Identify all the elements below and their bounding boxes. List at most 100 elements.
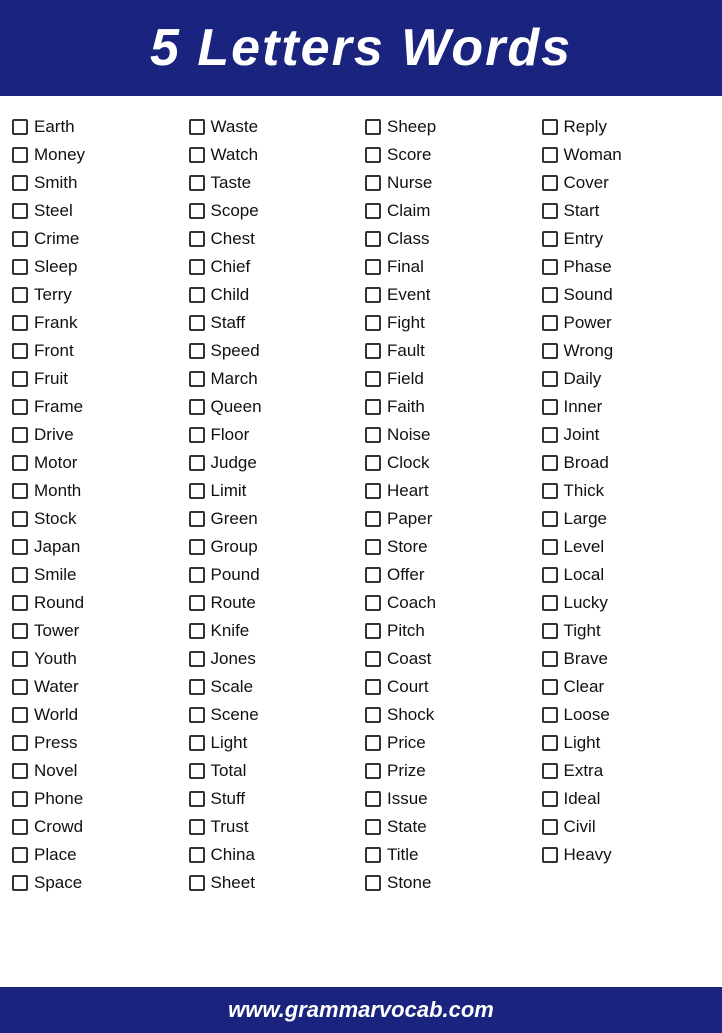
list-item: Large bbox=[538, 506, 715, 532]
list-item: Sheep bbox=[361, 114, 538, 140]
checkbox-icon bbox=[542, 763, 558, 779]
list-item: Paper bbox=[361, 506, 538, 532]
checkbox-icon bbox=[189, 707, 205, 723]
list-item: Knife bbox=[185, 618, 362, 644]
word-label: Crowd bbox=[34, 817, 83, 837]
checkbox-icon bbox=[12, 203, 28, 219]
list-item: March bbox=[185, 366, 362, 392]
word-label: Issue bbox=[387, 789, 428, 809]
list-item: Speed bbox=[185, 338, 362, 364]
checkbox-icon bbox=[189, 147, 205, 163]
word-label: Light bbox=[564, 733, 601, 753]
word-label: Score bbox=[387, 145, 431, 165]
word-label: Jones bbox=[211, 649, 256, 669]
word-label: Smith bbox=[34, 173, 77, 193]
word-label: Phone bbox=[34, 789, 83, 809]
list-item: Press bbox=[8, 730, 185, 756]
checkbox-icon bbox=[365, 567, 381, 583]
checkbox-icon bbox=[189, 455, 205, 471]
checkbox-icon bbox=[189, 203, 205, 219]
list-item: Fight bbox=[361, 310, 538, 336]
word-list-content: EarthWasteSheepReplyMoneyWatchScoreWoman… bbox=[0, 96, 722, 987]
list-item: Faith bbox=[361, 394, 538, 420]
checkbox-icon bbox=[189, 175, 205, 191]
checkbox-icon bbox=[12, 595, 28, 611]
word-label: Prize bbox=[387, 761, 426, 781]
list-item: Entry bbox=[538, 226, 715, 252]
checkbox-icon bbox=[12, 707, 28, 723]
word-label: Thick bbox=[564, 481, 605, 501]
word-label: Limit bbox=[211, 481, 247, 501]
word-label: Space bbox=[34, 873, 82, 893]
checkbox-icon bbox=[542, 679, 558, 695]
list-item: Heart bbox=[361, 478, 538, 504]
checkbox-icon bbox=[365, 315, 381, 331]
word-label: Frank bbox=[34, 313, 77, 333]
checkbox-icon bbox=[365, 455, 381, 471]
checkbox-icon bbox=[542, 595, 558, 611]
list-item: Reply bbox=[538, 114, 715, 140]
list-item: Nurse bbox=[361, 170, 538, 196]
word-label: Large bbox=[564, 509, 607, 529]
list-item: China bbox=[185, 842, 362, 868]
checkbox-icon bbox=[12, 819, 28, 835]
word-label: Stock bbox=[34, 509, 77, 529]
list-item: Crowd bbox=[8, 814, 185, 840]
list-item: Tight bbox=[538, 618, 715, 644]
checkbox-icon bbox=[12, 511, 28, 527]
word-label: Coach bbox=[387, 593, 436, 613]
checkbox-icon bbox=[12, 567, 28, 583]
checkbox-icon bbox=[542, 427, 558, 443]
list-item: Phase bbox=[538, 254, 715, 280]
word-label: Extra bbox=[564, 761, 604, 781]
list-item: Noise bbox=[361, 422, 538, 448]
checkbox-icon bbox=[542, 231, 558, 247]
checkbox-icon bbox=[365, 679, 381, 695]
checkbox-icon bbox=[12, 875, 28, 891]
list-item: Light bbox=[185, 730, 362, 756]
checkbox-icon bbox=[542, 651, 558, 667]
checkbox-icon bbox=[365, 427, 381, 443]
list-item: Wrong bbox=[538, 338, 715, 364]
list-item: Pound bbox=[185, 562, 362, 588]
checkbox-icon bbox=[365, 231, 381, 247]
word-label: Lucky bbox=[564, 593, 608, 613]
checkbox-icon bbox=[365, 371, 381, 387]
word-label: Tower bbox=[34, 621, 79, 641]
checkbox-icon bbox=[542, 371, 558, 387]
list-item: Japan bbox=[8, 534, 185, 560]
list-item: Chest bbox=[185, 226, 362, 252]
word-label: Fruit bbox=[34, 369, 68, 389]
checkbox-icon bbox=[12, 343, 28, 359]
list-item: Thick bbox=[538, 478, 715, 504]
list-item: Ideal bbox=[538, 786, 715, 812]
checkbox-icon bbox=[12, 399, 28, 415]
list-item: World bbox=[8, 702, 185, 728]
list-item: Jones bbox=[185, 646, 362, 672]
checkbox-icon bbox=[542, 315, 558, 331]
list-item: Stuff bbox=[185, 786, 362, 812]
checkbox-icon bbox=[542, 791, 558, 807]
checkbox-icon bbox=[365, 875, 381, 891]
list-item: Woman bbox=[538, 142, 715, 168]
word-label: Fight bbox=[387, 313, 425, 333]
checkbox-icon bbox=[365, 343, 381, 359]
word-label: Speed bbox=[211, 341, 260, 361]
word-label: Stone bbox=[387, 873, 431, 893]
list-item: Sheet bbox=[185, 870, 362, 896]
checkbox-icon bbox=[542, 399, 558, 415]
word-label: Earth bbox=[34, 117, 75, 137]
checkbox-icon bbox=[365, 791, 381, 807]
word-label: Heavy bbox=[564, 845, 612, 865]
list-item: Sound bbox=[538, 282, 715, 308]
word-label: Taste bbox=[211, 173, 252, 193]
word-label: Cover bbox=[564, 173, 609, 193]
checkbox-icon bbox=[365, 539, 381, 555]
checkbox-icon bbox=[542, 483, 558, 499]
list-item: Brave bbox=[538, 646, 715, 672]
checkbox-icon bbox=[542, 343, 558, 359]
list-item: Earth bbox=[8, 114, 185, 140]
list-item: Start bbox=[538, 198, 715, 224]
checkbox-icon bbox=[189, 679, 205, 695]
word-label: Phase bbox=[564, 257, 612, 277]
